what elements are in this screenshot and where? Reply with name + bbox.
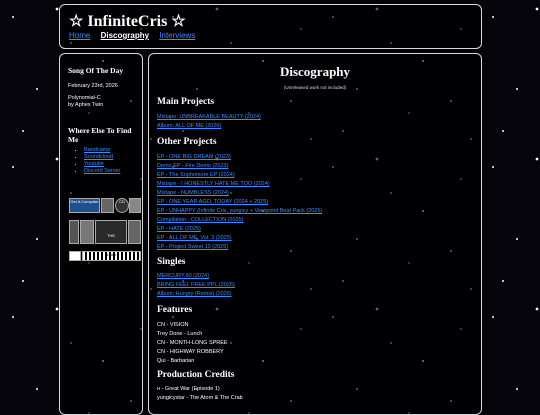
sidebar-panel: Song Of The Day February 23rd, 2026 Poly… [59,53,143,415]
film-strip-icon [69,220,79,244]
other-project-link[interactable]: EP - ONE BIG DREAM (2023) [157,154,231,160]
feature-item: Trey Done - Lunch [157,331,203,337]
singles-heading: Singles [157,257,186,267]
other-project-link[interactable]: Demo EP - Fire Demo (2023) [157,163,228,169]
list-item: Youtube [84,161,140,168]
feature-item: CN - VISION [157,322,189,328]
main-panel: Discography (Unreleased work not include… [148,53,482,415]
song-of-the-day: Song Of The Day February 23rd, 2026 Poly… [68,66,138,109]
song-artist: by Aphex Twin [68,102,104,108]
nav-discography-link[interactable]: Discography [101,31,149,40]
nav-home-link[interactable]: Home [69,31,90,40]
main-project-link[interactable]: Album: ALL OF ME (2026) [157,123,221,129]
other-projects-heading: Other Projects [157,137,217,147]
song-title: Polynomial-C [68,95,101,101]
find-me-section: Where Else To Find Me Bandcamp Soundclou… [68,126,140,175]
unreleased-note: (Unreleased work not included) [283,85,347,90]
header-panel: ☆ InfiniteCris ☆ Home Discography Interv… [59,4,482,49]
other-project-link[interactable]: Mixtape - I HONESTLY HATE ME TOO (2024) [157,181,270,187]
production-heading: Production Credits [157,370,235,380]
soundcloud-link[interactable]: Soundcloud [84,154,113,160]
feature-item: CN - HIGHWAY ROBBERY [157,349,224,355]
features-heading: Features [157,305,193,315]
production-item: yungicystar - The Atom & The Crab [157,395,243,401]
other-project-link[interactable]: EP - UNHAPPY (Infinite Cris, yungicy + V… [157,208,322,214]
find-heading: Where Else To Find Me [68,126,132,144]
photo-badge[interactable] [80,220,94,244]
feature-item: CN - MONTH-LONG SPREE [157,340,228,346]
computer-icon [101,198,114,213]
graphic-badge[interactable] [128,220,141,244]
single-link[interactable]: MERCURY.90 (2024) [157,273,209,279]
get-a-computer-badge[interactable]: Get A Computer [69,198,100,213]
nav-bar: Home Discography Interviews [69,31,203,40]
list-item: Discord Server [84,168,140,175]
linux-icon [69,251,81,261]
other-project-link[interactable]: EP - Project Sweet 10 (2025) [157,244,228,250]
list-item: Soundcloud [84,154,140,161]
other-project-link[interactable]: EP - The Sophomore EP (2024) [157,172,235,178]
other-project-link[interactable]: Mixtape - NUMBLESS (2024) [157,190,229,196]
main-projects-heading: Main Projects [157,97,215,107]
linux-badge[interactable]: Linux [82,251,141,261]
single-link[interactable]: Album: Hungry (Remix) (2026) [157,291,232,297]
misc-badge[interactable] [129,198,141,213]
song-heading: Song Of The Day [68,66,124,75]
the-badge[interactable]: THE [95,220,127,244]
other-project-link[interactable]: EP - HATE (2025) [157,226,201,232]
feature-item: Qui - Barbarian [157,358,195,364]
song-date: February 23rd, 2026 [68,83,118,89]
nav-interviews-link[interactable]: Interviews [159,31,195,40]
cd-badge[interactable]: CD [115,198,129,213]
site-title: ☆ InfiniteCris ☆ [69,13,186,30]
youtube-link[interactable]: Youtube [84,161,104,167]
other-project-link[interactable]: Compilation - COLLECTION (2025) [157,217,244,223]
bandcamp-link[interactable]: Bandcamp [84,147,110,153]
other-project-link[interactable]: EP - ALL OF ME, Vol. 3 (2025) [157,235,232,241]
social-links: Bandcamp Soundcloud Youtube Discord Serv… [68,147,140,175]
page-title: Discography [279,64,351,79]
production-item: ʜ - Great War (Episode 1) [157,386,220,392]
main-project-link[interactable]: Mixtape: UNBREAKABLE BEAUTY (2024) [157,114,261,120]
discord-link[interactable]: Discord Server [84,168,120,174]
single-link[interactable]: BRING FEEL FREE PPL (2026) [157,282,235,288]
list-item: Bandcamp [84,147,140,154]
other-project-link[interactable]: EP - ONE YEAR AGO, TODAY (2024 + 2025) [157,199,268,205]
